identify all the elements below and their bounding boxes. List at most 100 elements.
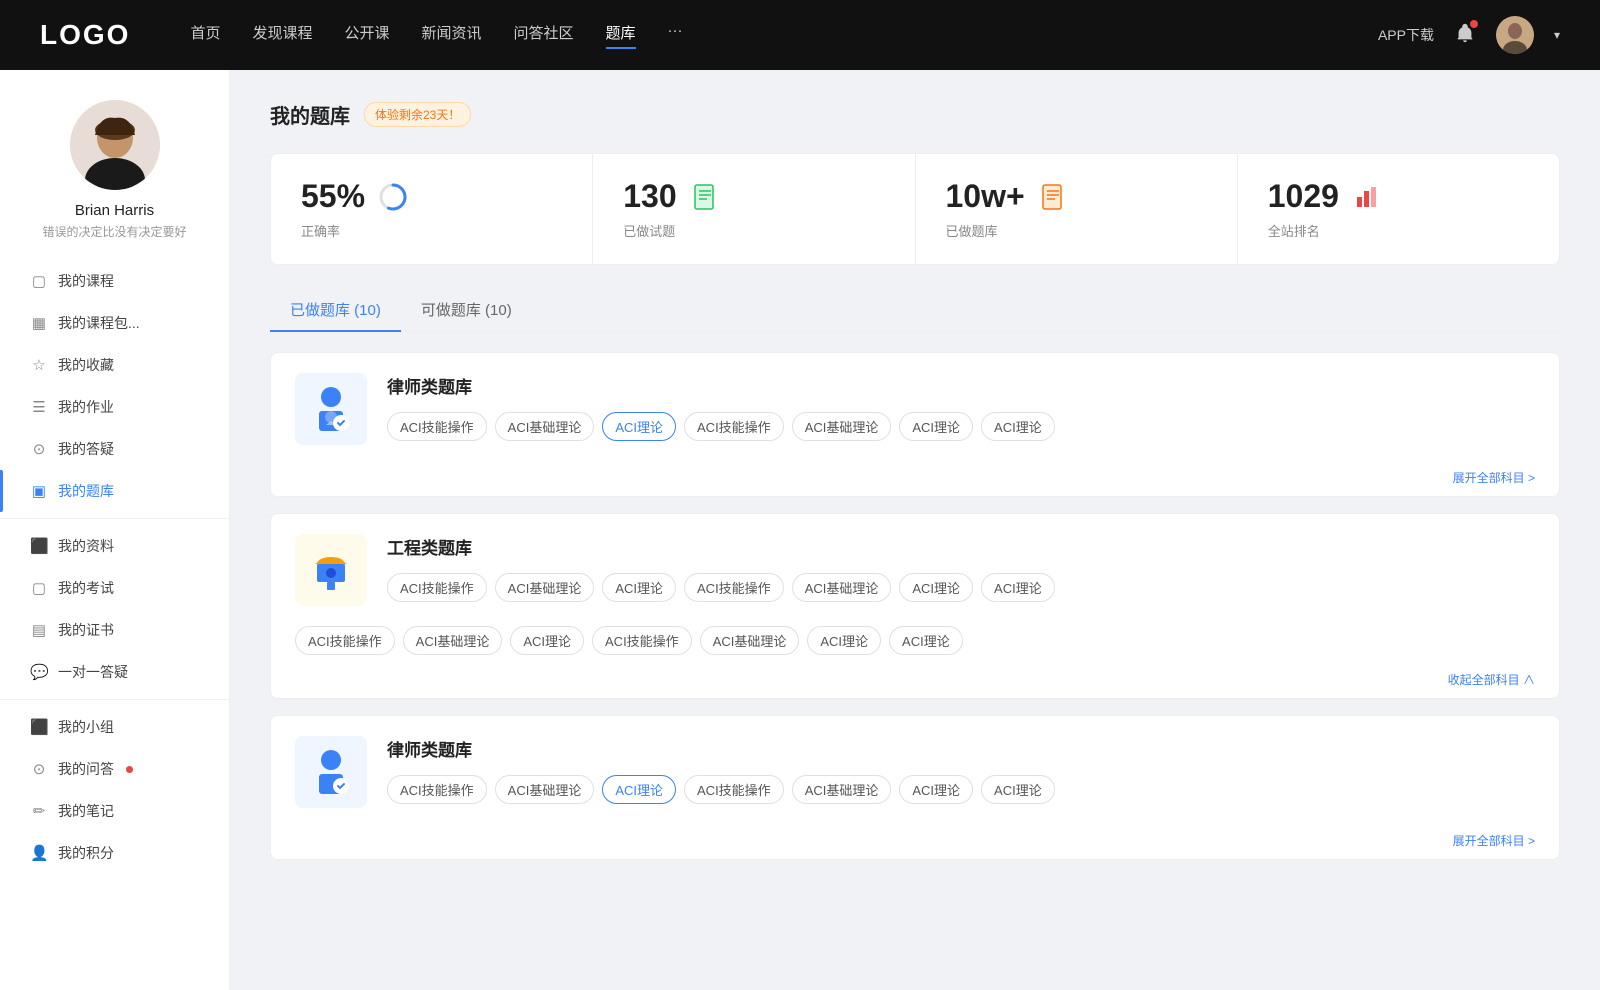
sidebar-item-course-package[interactable]: ▦ 我的课程包... [0, 302, 229, 344]
qbank-tag[interactable]: ACI理论 [981, 573, 1055, 602]
qbank-tag[interactable]: ACI理论 [981, 412, 1055, 441]
qbank-tag[interactable]: ACI理论 [510, 626, 584, 655]
sidebar-item-profile[interactable]: ⬛ 我的资料 [0, 525, 229, 567]
qbank-tag[interactable]: ACI理论 [899, 573, 973, 602]
sidebar-item-one-on-one[interactable]: 💬 一对一答疑 [0, 651, 229, 693]
qbank-tag[interactable]: ACI技能操作 [684, 573, 784, 602]
navbar: LOGO 首页 发现课程 公开课 新闻资讯 问答社区 题库 ··· APP下载 … [0, 0, 1600, 70]
qbank-tag[interactable]: ACI技能操作 [387, 775, 487, 804]
qbank-tag[interactable]: ACI理论 [889, 626, 963, 655]
stat-top: 1029 [1268, 178, 1529, 215]
qbank-tag-selected[interactable]: ACI理论 [602, 412, 676, 441]
qbank-tag[interactable]: ACI理论 [981, 775, 1055, 804]
qbank-tag[interactable]: ACI理论 [602, 573, 676, 602]
sidebar-item-my-questions[interactable]: ⊙ 我的问答 [0, 748, 229, 790]
sidebar-item-question-bank[interactable]: ▣ 我的题库 [0, 470, 229, 512]
notification-bell[interactable] [1454, 22, 1476, 49]
points-icon: 👤 [30, 844, 48, 862]
qbank-title: 工程类题库 [387, 534, 1535, 559]
qbank-tag[interactable]: ACI基础理论 [403, 626, 503, 655]
stat-value: 130 [623, 178, 676, 215]
qbank-tag[interactable]: ACI基础理论 [792, 412, 892, 441]
tab-done[interactable]: 已做题库 (10) [270, 289, 401, 332]
qbank-icon-wrap [295, 373, 367, 445]
qbank-tag[interactable]: ACI基础理论 [700, 626, 800, 655]
qa-icon: ⊙ [30, 440, 48, 458]
sidebar-item-my-course[interactable]: ▢ 我的课程 [0, 260, 229, 302]
nav-more[interactable]: ··· [668, 22, 683, 49]
qbank-tags: ACI技能操作 ACI基础理论 ACI理论 ACI技能操作 ACI基础理论 AC… [387, 412, 1535, 441]
sidebar-item-label: 一对一答疑 [58, 662, 128, 682]
qbank-card-header: 律师类题库 ACI技能操作 ACI基础理论 ACI理论 ACI技能操作 ACI基… [271, 716, 1559, 828]
nav-home[interactable]: 首页 [190, 22, 220, 49]
sidebar-item-notes[interactable]: ✏ 我的笔记 [0, 790, 229, 832]
qbank-tag[interactable]: ACI基础理论 [792, 573, 892, 602]
sidebar-item-points[interactable]: 👤 我的积分 [0, 832, 229, 874]
user-name: Brian Harris [75, 202, 154, 219]
qbank-footer: ACI技能操作 ACI基础理论 ACI理论 ACI技能操作 ACI基础理论 AC… [271, 626, 1559, 667]
sidebar-divider-1 [0, 518, 229, 519]
page-header: 我的题库 体验剩余23天！ [270, 100, 1560, 129]
user-motto: 错误的决定比没有决定要好 [42, 223, 186, 240]
engineer-icon [305, 544, 357, 596]
sidebar-item-exam[interactable]: ▢ 我的考试 [0, 567, 229, 609]
sidebar-item-certificate[interactable]: ▤ 我的证书 [0, 609, 229, 651]
stat-label: 全站排名 [1268, 221, 1529, 240]
qbank-title: 律师类题库 [387, 373, 1535, 398]
app-download[interactable]: APP下载 [1378, 25, 1434, 45]
avatar-dropdown-icon[interactable]: ▾ [1554, 28, 1560, 42]
user-avatar[interactable] [1496, 16, 1534, 54]
navbar-right: APP下载 ▾ [1378, 16, 1560, 54]
stat-top: 10w+ [946, 178, 1207, 215]
qbank-tag[interactable]: ACI技能操作 [684, 412, 784, 441]
avatar-image-sidebar [70, 100, 160, 190]
sidebar-item-groups[interactable]: ⬛ 我的小组 [0, 706, 229, 748]
qbank-expand-btn-2[interactable]: 展开全部科目 > [271, 828, 1559, 859]
qbank-card-engineer: 工程类题库 ACI技能操作 ACI基础理论 ACI理论 ACI技能操作 ACI基… [270, 513, 1560, 699]
nav-open-course[interactable]: 公开课 [344, 22, 389, 49]
qbank-collapse-btn[interactable]: 收起全部科目 ∧ [271, 667, 1559, 698]
qbank-tag[interactable]: ACI技能操作 [295, 626, 395, 655]
qbank-card-lawyer-2: 律师类题库 ACI技能操作 ACI基础理论 ACI理论 ACI技能操作 ACI基… [270, 715, 1560, 860]
sidebar-item-qa[interactable]: ⊙ 我的答疑 [0, 428, 229, 470]
stat-label: 正确率 [301, 221, 562, 240]
course-icon: ▢ [30, 272, 48, 290]
sidebar-item-homework[interactable]: ☰ 我的作业 [0, 386, 229, 428]
stats-row: 55% 正确率 130 [270, 153, 1560, 265]
sidebar-item-label: 我的题库 [58, 481, 114, 501]
questions-icon: ⊙ [30, 760, 48, 778]
stat-accuracy: 55% 正确率 [271, 154, 593, 264]
qbank-tag[interactable]: ACI技能操作 [387, 573, 487, 602]
qbank-tags: ACI技能操作 ACI基础理论 ACI理论 ACI技能操作 ACI基础理论 AC… [387, 775, 1535, 804]
qbank-expand-btn[interactable]: 展开全部科目 > [271, 465, 1559, 496]
qbank-tag[interactable]: ACI基础理论 [495, 775, 595, 804]
qbank-tag[interactable]: ACI技能操作 [387, 412, 487, 441]
stat-questions: 130 已做试题 [593, 154, 915, 264]
nav-qa[interactable]: 问答社区 [514, 22, 574, 49]
qbank-tag[interactable]: ACI基础理论 [495, 573, 595, 602]
sidebar-item-label: 我的收藏 [58, 355, 114, 375]
qbank-tag[interactable]: ACI技能操作 [684, 775, 784, 804]
nav-discover[interactable]: 发现课程 [252, 22, 312, 49]
page-title: 我的题库 [270, 100, 350, 129]
stat-value: 1029 [1268, 178, 1339, 215]
stat-value: 10w+ [946, 178, 1025, 215]
qbank-tag[interactable]: ACI基础理论 [792, 775, 892, 804]
qbank-tag-selected[interactable]: ACI理论 [602, 775, 676, 804]
qbank-tag[interactable]: ACI理论 [899, 412, 973, 441]
trial-badge: 体验剩余23天！ [364, 102, 471, 127]
qbank-tag[interactable]: ACI基础理论 [495, 412, 595, 441]
qbank-tag[interactable]: ACI技能操作 [592, 626, 692, 655]
qbank-tag[interactable]: ACI理论 [899, 775, 973, 804]
user-avatar-sidebar [70, 100, 160, 190]
exam-icon: ▢ [30, 579, 48, 597]
qbank-tags-row1: ACI技能操作 ACI基础理论 ACI理论 ACI技能操作 ACI基础理论 AC… [387, 573, 1535, 602]
stat-top: 130 [623, 178, 884, 215]
qbank-card-header: 律师类题库 ACI技能操作 ACI基础理论 ACI理论 ACI技能操作 ACI基… [271, 353, 1559, 465]
qbank-tag[interactable]: ACI理论 [807, 626, 881, 655]
tab-available[interactable]: 可做题库 (10) [401, 289, 532, 332]
nav-news[interactable]: 新闻资讯 [422, 22, 482, 49]
sidebar-item-favorites[interactable]: ☆ 我的收藏 [0, 344, 229, 386]
lawyer-icon [305, 383, 357, 435]
nav-questionbank[interactable]: 题库 [606, 22, 636, 49]
